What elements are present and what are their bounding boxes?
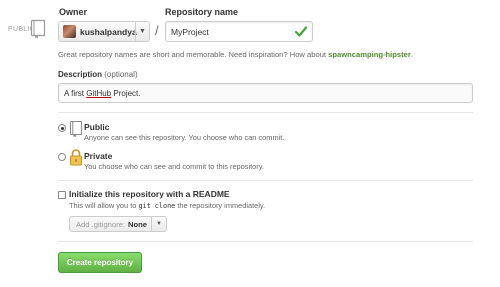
owner-repo-separator: / (155, 23, 159, 38)
check-icon (295, 26, 307, 37)
gitignore-prefix: Add .gitignore: (76, 219, 125, 229)
repo-public-icon (69, 120, 83, 138)
repository-name-label: Repository name (165, 7, 239, 17)
name-suggestion-link[interactable]: spawncamping-hipster (328, 50, 411, 59)
readme-desc-code: git clone (138, 202, 176, 210)
divider (58, 241, 473, 242)
create-repository-button[interactable]: Create repository (58, 252, 142, 273)
avatar (63, 25, 76, 38)
readme-checkbox[interactable] (58, 191, 66, 199)
public-option-title[interactable]: Public (84, 122, 110, 132)
hint-text: Great repository names are short and mem… (58, 50, 327, 59)
owner-label: Owner (59, 7, 88, 17)
description-input[interactable]: A first GitHub Project. (58, 83, 473, 103)
readme-desc: This will allow you to git clone the rep… (69, 201, 265, 210)
owner-name: kushalpandya (80, 26, 137, 37)
gitignore-value: None (127, 219, 147, 229)
description-value-link: GitHub (86, 88, 112, 98)
owner-select[interactable]: kushalpandya ▼ (58, 21, 150, 42)
description-optional: (optional) (104, 70, 138, 79)
repo-book-icon (30, 19, 46, 39)
private-option-desc: You choose who can see and commit to thi… (84, 162, 264, 171)
readme-desc-prefix: This will allow you to (69, 201, 137, 210)
lock-icon (69, 149, 83, 166)
repository-name-value: MyProject (171, 26, 209, 37)
caret-down-icon: ▼ (151, 217, 166, 231)
description-label-text: Description (58, 70, 103, 79)
hint-end: . (410, 50, 413, 59)
private-radio[interactable] (58, 153, 66, 161)
divider (58, 180, 473, 181)
public-option-desc: Anyone can see this repository. You choo… (84, 133, 285, 142)
readme-desc-suffix: the repository immediately. (177, 201, 266, 210)
gitignore-select[interactable]: Add .gitignore: None ▼ (69, 216, 167, 232)
repository-name-hint: Great repository names are short and mem… (58, 50, 413, 59)
description-label: Description (optional) (58, 70, 138, 79)
private-option-title[interactable]: Private (84, 151, 112, 161)
divider (58, 112, 473, 113)
public-radio[interactable] (58, 124, 66, 132)
caret-down-icon: ▼ (135, 22, 149, 41)
description-value-suffix: Project. (111, 88, 141, 98)
repository-name-input[interactable]: MyProject (165, 21, 313, 42)
description-value-prefix: A first (64, 88, 87, 98)
readme-title[interactable]: Initialize this repository with a README (69, 189, 230, 199)
